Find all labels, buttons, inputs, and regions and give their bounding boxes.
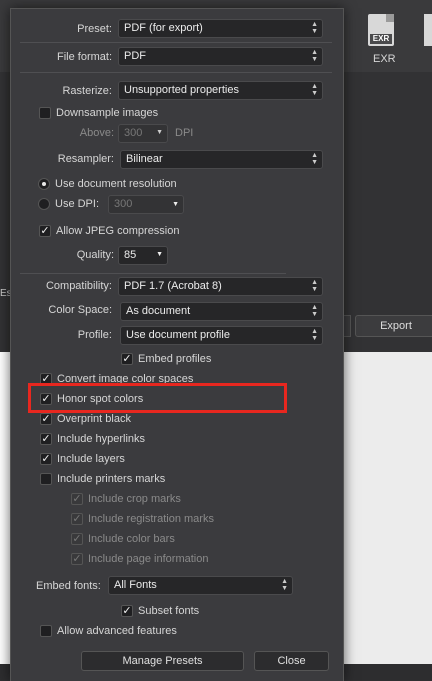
color-space-select[interactable]: As document ▲ ▼ (120, 302, 323, 321)
above-label: Above: (79, 127, 114, 139)
overprint-black-label: Overprint black (57, 413, 131, 425)
partial-format-icon[interactable] (424, 14, 432, 46)
profile-label: Profile: (77, 329, 112, 341)
stepper-arrows-icon: ▲ ▼ (311, 49, 318, 63)
divider (20, 72, 332, 73)
subset-fonts-label: Subset fonts (138, 605, 200, 617)
allow-jpeg-compression-label: Allow JPEG compression (56, 225, 180, 237)
honor-spot-colors-checkbox[interactable]: ✓ (40, 393, 52, 405)
stepper-arrows-icon: ▲ ▼ (311, 304, 318, 318)
compatibility-select[interactable]: PDF 1.7 (Acrobat 8) ▲ ▼ (118, 277, 323, 296)
use-dpi-field[interactable]: 300 ▼ (108, 195, 184, 214)
include-printers-marks-label: Include printers marks (57, 473, 166, 485)
include-registration-marks-label: Include registration marks (88, 513, 214, 525)
exr-format-label: EXR (373, 53, 396, 65)
above-dpi-select[interactable]: 300 ▼ (118, 124, 168, 143)
embed-profiles-checkbox[interactable]: ✓ (121, 353, 133, 365)
include-color-bars-checkbox[interactable]: ✓ (71, 533, 83, 545)
include-printers-marks-checkbox[interactable] (40, 473, 52, 485)
downsample-images-checkbox[interactable] (39, 107, 51, 119)
stepper-arrows-icon: ▲ ▼ (311, 328, 318, 342)
allow-advanced-features-checkbox[interactable] (40, 625, 52, 637)
downsample-images-label: Downsample images (56, 107, 159, 119)
chevron-down-icon: ▼ (172, 201, 179, 208)
overprint-black-checkbox[interactable]: ✓ (40, 413, 52, 425)
embed-fonts-select[interactable]: All Fonts ▲ ▼ (108, 576, 293, 595)
profile-select[interactable]: Use document profile ▲ ▼ (120, 326, 323, 345)
resampler-select[interactable]: Bilinear ▲ ▼ (120, 150, 323, 169)
chevron-down-icon: ▼ (156, 129, 163, 136)
include-layers-checkbox[interactable]: ✓ (40, 453, 52, 465)
stepper-arrows-icon: ▲ ▼ (311, 83, 318, 97)
honor-spot-colors-label: Honor spot colors (57, 393, 144, 405)
quality-label: Quality: (76, 249, 114, 261)
stepper-arrows-icon: ▲ ▼ (311, 152, 318, 166)
use-dpi-radio[interactable] (38, 198, 50, 210)
include-layers-label: Include layers (57, 453, 125, 465)
chevron-down-icon: ▼ (156, 251, 163, 258)
embed-profiles-label: Embed profiles (138, 353, 212, 365)
allow-jpeg-compression-checkbox[interactable]: ✓ (39, 225, 51, 237)
divider (20, 273, 286, 274)
file-format-label: File format: (56, 51, 112, 63)
rasterize-label: Rasterize: (62, 85, 112, 97)
manage-presets-button[interactable]: Manage Presets (81, 651, 244, 671)
use-document-resolution-radio[interactable] (38, 178, 50, 190)
include-crop-marks-label: Include crop marks (88, 493, 181, 505)
background-side-area (343, 352, 432, 664)
preset-label: Preset: (77, 23, 112, 35)
include-registration-marks-checkbox[interactable]: ✓ (71, 513, 83, 525)
include-hyperlinks-label: Include hyperlinks (57, 433, 146, 445)
stepper-arrows-icon: ▲ ▼ (311, 21, 318, 35)
compatibility-label: Compatibility: (45, 280, 112, 292)
include-crop-marks-checkbox[interactable]: ✓ (71, 493, 83, 505)
file-format-select[interactable]: PDF ▲ ▼ (118, 47, 323, 66)
export-button[interactable]: Export (355, 315, 432, 337)
exr-file-icon[interactable]: EXR (368, 14, 394, 46)
stepper-arrows-icon: ▲ ▼ (281, 578, 288, 592)
quality-select[interactable]: 85 ▼ (118, 246, 168, 265)
use-dpi-label: Use DPI: (55, 198, 100, 210)
divider (20, 42, 332, 43)
include-color-bars-label: Include color bars (88, 533, 175, 545)
embed-fonts-label: Embed fonts: (36, 580, 101, 592)
stepper-arrows-icon: ▲ ▼ (311, 279, 318, 293)
background-button-edge[interactable] (343, 315, 351, 337)
include-page-information-label: Include page information (88, 553, 209, 565)
above-dpi-unit: DPI (175, 127, 194, 139)
close-button[interactable]: Close (254, 651, 329, 671)
color-space-label: Color Space: (48, 304, 112, 316)
use-document-resolution-label: Use document resolution (55, 178, 177, 190)
include-page-information-checkbox[interactable]: ✓ (71, 553, 83, 565)
resampler-label: Resampler: (57, 153, 114, 165)
subset-fonts-checkbox[interactable]: ✓ (121, 605, 133, 617)
allow-advanced-features-label: Allow advanced features (57, 625, 177, 637)
rasterize-select[interactable]: Unsupported properties ▲ ▼ (118, 81, 323, 100)
include-hyperlinks-checkbox[interactable]: ✓ (40, 433, 52, 445)
preset-select[interactable]: PDF (for export) ▲ ▼ (118, 19, 323, 38)
